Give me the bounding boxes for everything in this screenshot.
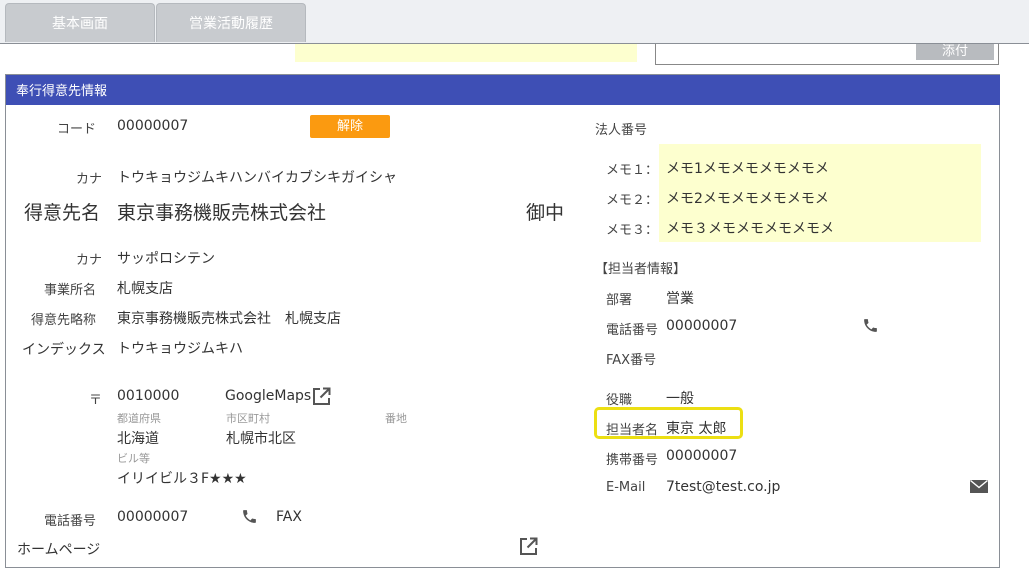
external-link-icon[interactable]	[519, 537, 538, 556]
panel-title: 奉行得意先情報	[6, 75, 1000, 105]
mobile-value: 00000007	[666, 448, 738, 464]
email-value: 7test@test.co.jp	[666, 479, 781, 495]
office-value: 札幌支店	[117, 281, 173, 297]
attach-button[interactable]: 添付	[916, 44, 994, 60]
customer-name-label: 得意先名	[24, 202, 101, 224]
position-value: 一般	[666, 391, 694, 407]
memo2-value: メモ2メモメモメモメモメ	[666, 191, 829, 207]
fax-label: FAX	[276, 509, 302, 525]
contact-heading: 【担当者情報】	[595, 262, 687, 277]
index-value: トウキョウジムキハ	[117, 341, 243, 357]
prefecture-value: 北海道	[117, 431, 159, 447]
contact-fax-label: FAX番号	[606, 353, 657, 368]
postal-label: 〒	[89, 393, 103, 408]
building-value: イリイビル３F★★★	[117, 471, 247, 487]
customer-name-value: 東京事務機販売株式会社	[117, 202, 327, 224]
short-name-label: 得意先略称	[31, 313, 97, 328]
office-kana-label: カナ	[76, 253, 103, 268]
memo3-value: メモ３メモメモメモメモメ	[666, 221, 834, 237]
office-label: 事業所名	[44, 283, 97, 298]
prefecture-label: 都道府県	[117, 412, 161, 425]
city-value: 札幌市北区	[226, 431, 296, 447]
postal-value: 0010000	[117, 388, 180, 404]
contact-phone-label: 電話番号	[606, 323, 659, 338]
position-label: 役職	[606, 393, 633, 408]
cancel-button[interactable]: 解除	[310, 115, 390, 138]
mobile-label: 携帯番号	[606, 453, 659, 468]
corporate-number-label: 法人番号	[595, 123, 648, 138]
contact-phone-value: 00000007	[666, 318, 738, 334]
memo-field-partial	[295, 44, 637, 62]
kana-value: トウキョウジムキハンバイカブシキガイシャ	[117, 170, 397, 186]
google-maps-link[interactable]: GoogleMaps	[225, 388, 311, 404]
street-label: 番地	[385, 412, 407, 425]
person-name-label: 担当者名	[606, 423, 659, 438]
code-label: コード	[57, 122, 97, 137]
short-name-value: 東京事務機販売株式会社 札幌支店	[117, 311, 341, 327]
phone-icon[interactable]	[862, 317, 879, 334]
external-link-icon[interactable]	[312, 387, 331, 406]
memo1-label: メモ１：	[606, 163, 659, 178]
city-label: 市区町村	[226, 412, 270, 425]
email-label: E-Mail	[606, 480, 646, 495]
kana-label: カナ	[76, 172, 103, 187]
homepage-label: ホームページ	[17, 542, 101, 558]
memo3-label: メモ３：	[606, 223, 659, 238]
person-name-value: 東京 太郎	[666, 421, 727, 437]
department-value: 営業	[666, 291, 694, 307]
department-label: 部署	[606, 293, 633, 308]
memo2-label: メモ２：	[606, 193, 659, 208]
phone-icon[interactable]	[241, 508, 258, 525]
mail-icon[interactable]	[970, 480, 988, 493]
building-label: ビル等	[117, 452, 150, 465]
tab-sales-history[interactable]: 営業活動履歴	[156, 3, 306, 42]
phone-label: 電話番号	[44, 514, 97, 529]
honorific: 御中	[526, 202, 565, 224]
tab-basic[interactable]: 基本画面	[5, 3, 155, 42]
memo1-value: メモ1メモメモメモメモメ	[666, 161, 829, 177]
index-label: インデックス	[22, 342, 106, 358]
office-kana-value: サッポロシテン	[117, 251, 215, 267]
phone-value: 00000007	[117, 509, 189, 525]
code-value: 00000007	[117, 118, 189, 134]
